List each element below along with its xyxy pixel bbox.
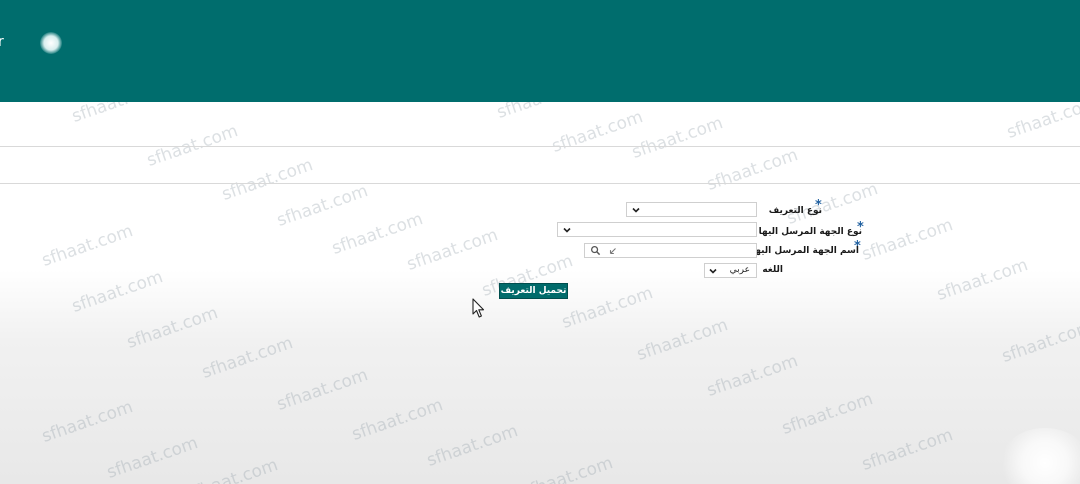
watermark: sfhaat.com: [559, 283, 656, 333]
header-glyph: r: [0, 34, 4, 50]
chevron-down-icon: [632, 207, 640, 213]
watermark: sfhaat.com: [104, 433, 201, 483]
mouse-pointer-icon: [472, 298, 485, 318]
language-select[interactable]: عربي: [704, 263, 757, 278]
watermark: sfhaat.com: [704, 351, 801, 401]
user-avatar[interactable]: [40, 32, 62, 54]
watermark: sfhaat.com: [349, 395, 446, 445]
chevron-down-icon: [563, 227, 571, 233]
watermark: sfhaat.com: [424, 421, 521, 471]
watermark: sfhaat.com: [784, 179, 881, 229]
load-certificate-button[interactable]: تحميل التعريف: [499, 283, 568, 299]
watermark: sfhaat.com: [219, 155, 316, 205]
field-label-recipient-type: نوع الجهة المرسل اليها: [758, 227, 862, 237]
watermark: sfhaat.com: [274, 181, 371, 231]
clear-icon[interactable]: [608, 246, 618, 256]
chevron-down-icon: [709, 268, 717, 274]
watermark: sfhaat.com: [549, 107, 646, 157]
watermark: sfhaat.com: [274, 365, 371, 415]
watermark: sfhaat.com: [519, 453, 616, 484]
app-header: r: [0, 0, 1080, 102]
watermark: sfhaat.com: [779, 389, 876, 439]
field-label-language: اللغه: [762, 265, 783, 275]
watermark: sfhaat.com: [634, 315, 731, 365]
divider: [0, 183, 1080, 184]
watermark: sfhaat.com: [934, 255, 1031, 305]
watermark: sfhaat.com: [629, 113, 726, 163]
watermark: sfhaat.com: [124, 303, 221, 353]
divider: [0, 146, 1080, 147]
watermark: sfhaat.com: [199, 333, 296, 383]
search-icon[interactable]: [590, 245, 601, 256]
watermark: sfhaat.com: [39, 221, 136, 271]
language-value: عربي: [729, 265, 750, 275]
watermark: sfhaat.com: [184, 455, 281, 484]
watermark: sfhaat.com: [39, 397, 136, 447]
watermark: sfhaat.com: [704, 145, 801, 195]
watermark: sfhaat.com: [404, 225, 501, 275]
recipient-type-select[interactable]: [557, 222, 757, 237]
watermark: sfhaat.com: [329, 209, 426, 259]
watermark: sfhaat.com: [69, 267, 166, 317]
field-label-certificate-type: نوع التعريف: [768, 206, 822, 216]
corner-overlay: [1000, 428, 1080, 484]
recipient-name-lookup[interactable]: [584, 243, 757, 258]
watermark: sfhaat.com: [859, 425, 956, 475]
watermark: sfhaat.com: [859, 215, 956, 265]
watermark: sfhaat.com: [999, 317, 1080, 367]
field-label-recipient-name: اسم الجهة المرسل اليها: [751, 246, 859, 256]
certificate-type-select[interactable]: [626, 202, 757, 217]
